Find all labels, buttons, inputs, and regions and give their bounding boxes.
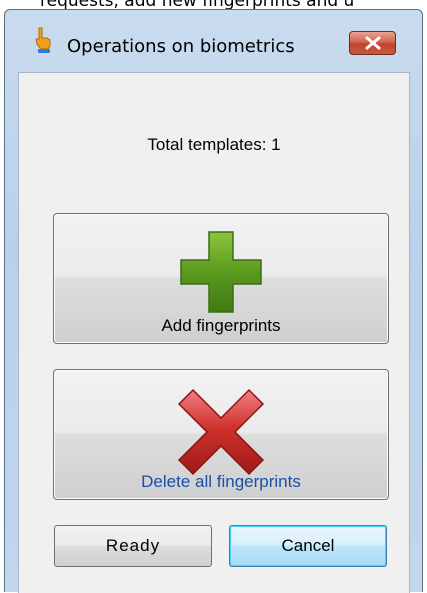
green-plus-icon bbox=[179, 230, 263, 314]
total-templates-label: Total templates: 1 bbox=[147, 135, 281, 154]
dialog-content: Total templates: 1 Add fingerprints Dele… bbox=[18, 72, 410, 593]
dialog-window: Operations on biometrics Total templates… bbox=[4, 9, 423, 593]
hand-pointer-icon bbox=[33, 26, 55, 54]
delete-all-fingerprints-button[interactable]: Delete all fingerprints bbox=[53, 369, 389, 500]
add-fingerprints-button[interactable]: Add fingerprints bbox=[53, 213, 389, 344]
close-button[interactable] bbox=[349, 31, 396, 55]
close-icon bbox=[365, 36, 380, 50]
title-bar[interactable]: Operations on biometrics bbox=[5, 10, 422, 72]
red-x-icon bbox=[173, 384, 269, 480]
add-fingerprints-label: Add fingerprints bbox=[161, 316, 281, 335]
delete-all-fingerprints-label: Delete all fingerprints bbox=[141, 472, 301, 491]
ready-button[interactable]: Ready bbox=[54, 525, 212, 567]
cancel-button[interactable]: Cancel bbox=[229, 525, 387, 567]
window-title: Operations on biometrics bbox=[67, 36, 295, 57]
